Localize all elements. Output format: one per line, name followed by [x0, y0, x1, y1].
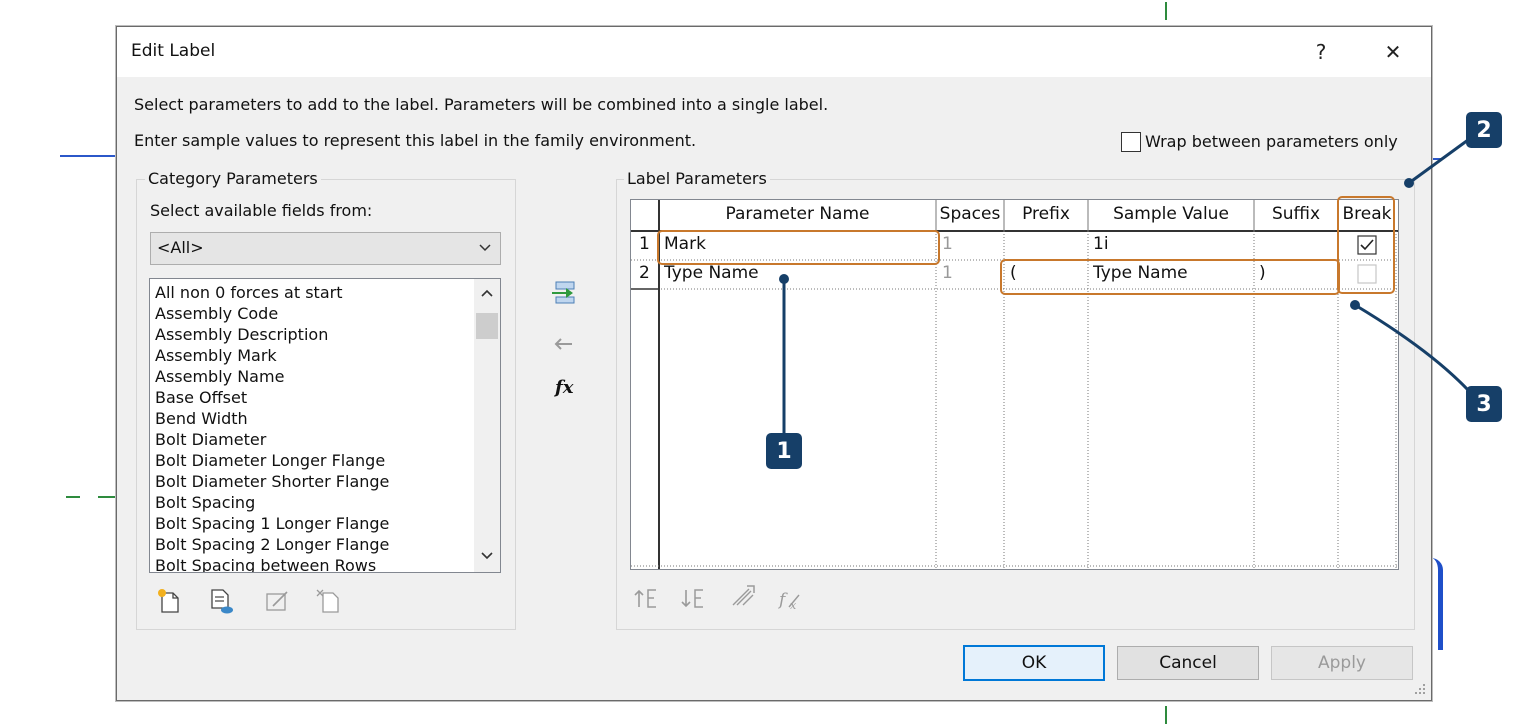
drawing-line — [66, 496, 80, 498]
shared-parameter-icon[interactable] — [207, 587, 235, 615]
list-scrollbar[interactable] — [474, 279, 500, 572]
wrap-label: Wrap between parameters only — [1145, 132, 1398, 151]
chevron-down-icon — [479, 244, 491, 252]
column-header-sample-value[interactable]: Sample Value — [1088, 204, 1254, 224]
callout-marker-2: 2 — [1466, 112, 1502, 148]
formula-button[interactable]: fx — [555, 377, 573, 398]
column-header-spaces[interactable]: Spaces — [936, 204, 1004, 224]
scroll-thumb[interactable] — [476, 313, 498, 339]
svg-text:f: f — [777, 590, 788, 610]
list-item[interactable]: Bolt Spacing 1 Longer Flange — [155, 513, 389, 534]
resize-grip-icon[interactable] — [1413, 682, 1427, 696]
chevron-up-icon[interactable] — [480, 287, 494, 299]
dialog-title: Edit Label — [131, 41, 216, 61]
sample-value-cell[interactable]: 1i — [1093, 234, 1253, 254]
formula-edit-icon[interactable]: f x — [777, 585, 805, 613]
callout-highlight-break-column — [1337, 196, 1395, 294]
ok-button[interactable]: OK — [963, 645, 1105, 681]
edit-label-dialog: Edit Label ? ✕ Select parameters to add … — [116, 26, 1432, 701]
list-item[interactable]: Assembly Name — [155, 366, 389, 387]
apply-button[interactable]: Apply — [1271, 646, 1413, 680]
drawing-line — [98, 496, 116, 498]
drawing-line — [60, 155, 116, 157]
available-fields-list[interactable]: All non 0 forces at start Assembly Code As… — [149, 278, 501, 573]
move-up-icon[interactable] — [633, 585, 661, 613]
svg-text:x: x — [790, 599, 797, 612]
delete-parameter-icon[interactable] — [315, 587, 343, 615]
list-item[interactable]: Assembly Description — [155, 324, 389, 345]
list-item[interactable]: Bend Width — [155, 408, 389, 429]
list-item[interactable]: Assembly Code — [155, 303, 389, 324]
drawing-line — [1165, 706, 1167, 724]
wrap-checkbox[interactable] — [1121, 132, 1141, 152]
chevron-down-icon[interactable] — [480, 550, 494, 562]
close-button[interactable]: ✕ — [1373, 35, 1413, 69]
list-item[interactable]: Bolt Spacing between Rows — [155, 555, 389, 572]
list-item[interactable]: Bolt Spacing — [155, 492, 389, 513]
callout-highlight-parameter-name — [657, 230, 940, 265]
spaces-cell[interactable]: 1 — [942, 234, 1002, 254]
column-header-parameter-name[interactable]: Parameter Name — [659, 204, 936, 224]
category-parameters-label: Category Parameters — [145, 169, 321, 188]
list-item[interactable]: All non 0 forces at start — [155, 282, 389, 303]
select-fields-label: Select available fields from: — [150, 201, 373, 220]
title-bar: Edit Label ? ✕ — [117, 27, 1431, 77]
callout-marker-1: 1 — [766, 433, 802, 469]
list-item[interactable]: Bolt Diameter Shorter Flange — [155, 471, 389, 492]
row-number: 2 — [639, 263, 650, 283]
drawing-line — [1165, 2, 1167, 20]
new-parameter-icon[interactable] — [155, 587, 183, 615]
edit-parameter-icon[interactable] — [263, 587, 291, 615]
available-fields-items: All non 0 forces at start Assembly Code As… — [155, 282, 389, 572]
label-parameters-label: Label Parameters — [624, 169, 770, 188]
list-item[interactable]: Assembly Mark — [155, 345, 389, 366]
callout-highlight-prefix-suffix — [1000, 259, 1340, 295]
move-down-icon[interactable] — [680, 585, 708, 613]
cancel-button[interactable]: Cancel — [1117, 646, 1259, 680]
column-header-suffix[interactable]: Suffix — [1254, 204, 1338, 224]
list-item[interactable]: Bolt Spacing 2 Longer Flange — [155, 534, 389, 555]
category-select-value: <All> — [157, 238, 204, 257]
help-button[interactable]: ? — [1301, 35, 1341, 69]
list-item[interactable]: Base Offset — [155, 387, 389, 408]
spaces-cell[interactable]: 1 — [942, 263, 1002, 283]
category-select[interactable]: <All> — [150, 232, 501, 265]
callout-marker-3: 3 — [1466, 386, 1502, 422]
add-parameter-icon[interactable] — [550, 279, 578, 307]
remove-parameter-icon[interactable] — [550, 334, 576, 354]
column-header-prefix[interactable]: Prefix — [1004, 204, 1088, 224]
parameter-name-cell[interactable]: Type Name — [664, 263, 934, 283]
edit-parameter-icon[interactable] — [729, 583, 757, 611]
list-item[interactable]: Bolt Diameter Longer Flange — [155, 450, 389, 471]
instruction-text: Select parameters to add to the label. P… — [134, 95, 829, 114]
row-number: 1 — [639, 234, 650, 254]
instruction-text: Enter sample values to represent this la… — [134, 131, 697, 150]
list-item[interactable]: Bolt Diameter — [155, 429, 389, 450]
